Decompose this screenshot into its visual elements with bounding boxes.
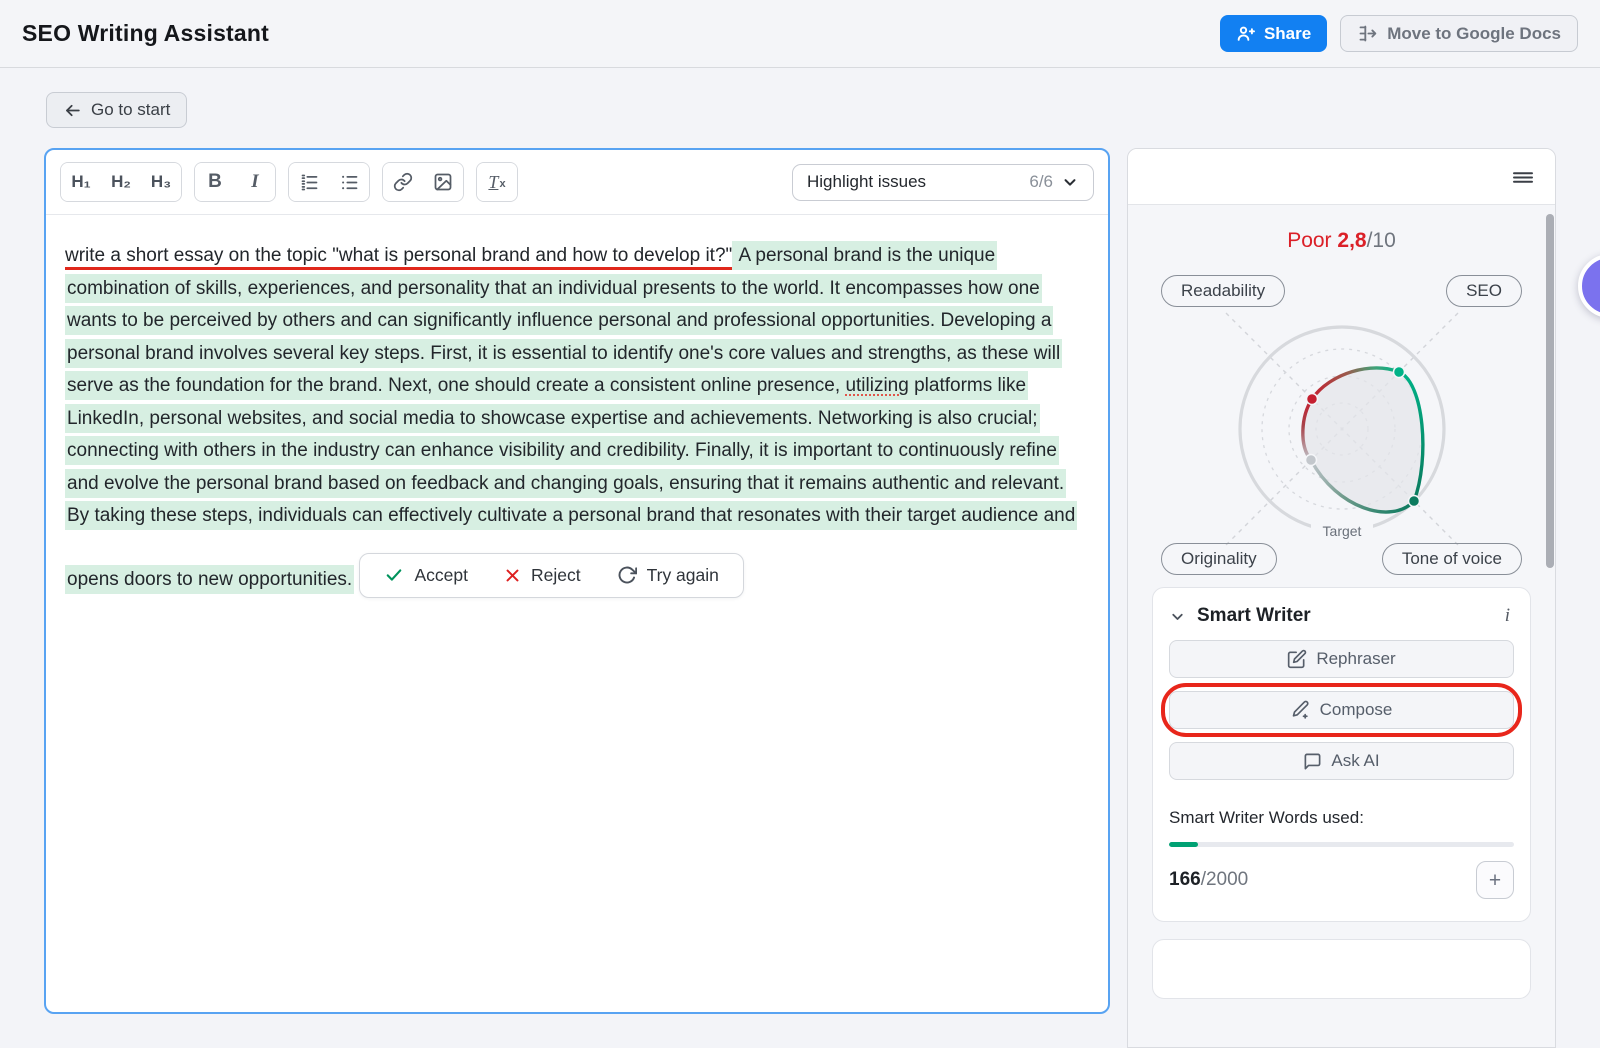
originality-pill[interactable]: Originality (1161, 543, 1277, 575)
chevron-down-icon (1061, 173, 1079, 191)
smart-writer-header[interactable]: Smart Writer i (1169, 605, 1514, 627)
heading-button-group: H₁ H₂ H₃ (60, 162, 182, 202)
score-max: /10 (1367, 229, 1396, 252)
clear-format-group: Tx (476, 162, 518, 202)
share-button[interactable]: Share (1220, 15, 1327, 52)
smart-writer-card: Smart Writer i Rephraser (1152, 587, 1531, 922)
share-button-label: Share (1264, 24, 1311, 44)
chevron-down-icon (1169, 608, 1186, 625)
seo-pill[interactable]: SEO (1446, 275, 1522, 307)
words-used-progress-fill (1169, 842, 1198, 847)
rephraser-label: Rephraser (1316, 649, 1395, 669)
compose-button[interactable]: Compose (1169, 691, 1514, 729)
rephraser-button[interactable]: Rephraser (1169, 640, 1514, 678)
score-sidebar: Poor 2,8/10 Readability SEO (1127, 148, 1556, 1048)
prompt-text: write a short essay on the topic "what i… (65, 245, 732, 270)
highlight-issues-dropdown[interactable]: Highlight issues 6/6 (792, 164, 1094, 201)
words-total-value: /2000 (1201, 869, 1249, 890)
go-to-start-button[interactable]: Go to start (46, 92, 187, 128)
try-again-button[interactable]: Try again (617, 565, 719, 586)
list-button-group (288, 162, 370, 202)
reject-label: Reject (531, 565, 581, 586)
words-used-value: 166 (1169, 869, 1201, 890)
image-icon (433, 172, 453, 192)
link-icon (393, 172, 413, 192)
heading2-button[interactable]: H₂ (101, 163, 141, 201)
bold-button[interactable]: B (195, 163, 235, 201)
originality-score-dot (1305, 455, 1316, 466)
insert-image-button[interactable] (423, 163, 463, 201)
next-section-card (1152, 939, 1531, 999)
words-used-count: 166/2000 (1169, 869, 1248, 891)
readability-score-dot (1306, 394, 1317, 405)
score-gauge-chart: Target (1182, 309, 1502, 557)
overall-score: Poor 2,8/10 (1128, 229, 1555, 253)
ai-generated-text: A personal brand is the unique combinati… (65, 241, 1077, 594)
heading1-button[interactable]: H₁ (61, 163, 101, 201)
go-to-start-label: Go to start (91, 100, 170, 120)
smart-writer-title: Smart Writer (1197, 605, 1311, 627)
check-icon (384, 565, 404, 585)
person-plus-icon (1236, 24, 1256, 44)
highlight-issues-label: Highlight issues (807, 172, 926, 192)
readability-pill[interactable]: Readability (1161, 275, 1285, 307)
accept-button[interactable]: Accept (384, 565, 468, 586)
tone-of-voice-score-dot (1408, 496, 1419, 507)
compose-label: Compose (1320, 700, 1393, 720)
clear-formatting-button[interactable]: Tx (477, 163, 517, 201)
editor-text-area[interactable]: write a short essay on the topic "what i… (46, 215, 1108, 598)
insert-link-button[interactable] (383, 163, 423, 201)
highlight-issues-count: 6/6 (1029, 172, 1053, 192)
reject-button[interactable]: Reject (504, 565, 581, 586)
sidebar-scrollbar[interactable] (1546, 214, 1554, 568)
try-again-label: Try again (647, 565, 719, 586)
chat-bubble-icon (1303, 752, 1322, 771)
x-icon (504, 567, 521, 584)
accept-label: Accept (414, 565, 468, 586)
format-button-group: B I (194, 162, 276, 202)
spellcheck-flagged-word: utilizing (845, 375, 908, 396)
gauge-target-label: Target (1322, 523, 1361, 539)
seo-score-dot (1393, 367, 1404, 378)
info-icon[interactable]: i (1501, 605, 1514, 627)
refresh-icon (617, 565, 637, 585)
ask-ai-button[interactable]: Ask AI (1169, 742, 1514, 780)
ai-suggestion-actions: Accept Reject Try again (359, 553, 743, 598)
arrow-left-icon (63, 101, 82, 120)
sidebar-header (1128, 149, 1555, 205)
editor-panel: H₁ H₂ H₃ B I (44, 148, 1110, 1014)
page-title: SEO Writing Assistant (22, 20, 269, 47)
menu-icon[interactable] (1511, 165, 1535, 189)
header-actions: Share Move to Google Docs (1220, 15, 1578, 52)
add-words-button[interactable]: + (1476, 861, 1514, 899)
score-value: 2,8 (1337, 229, 1366, 252)
pen-sparkle-icon (1291, 700, 1311, 720)
move-to-google-docs-button[interactable]: Move to Google Docs (1340, 15, 1578, 52)
app-header: SEO Writing Assistant Share Move to Goog (0, 0, 1600, 68)
ordered-list-icon (299, 172, 320, 193)
ordered-list-button[interactable] (289, 163, 329, 201)
tone-of-voice-pill[interactable]: Tone of voice (1382, 543, 1522, 575)
editor-toolbar: H₁ H₂ H₃ B I (46, 150, 1108, 215)
metric-pills-bottom: Originality Tone of voice (1128, 543, 1555, 575)
move-to-docs-icon (1357, 23, 1378, 44)
clear-formatting-icon: Tx (488, 172, 505, 193)
ask-ai-label: Ask AI (1331, 751, 1379, 771)
words-used-progress-bar (1169, 842, 1514, 847)
words-used-label: Smart Writer Words used: (1169, 808, 1514, 828)
pencil-square-icon (1287, 649, 1307, 669)
floating-assistant-button[interactable] (1578, 254, 1600, 318)
move-to-google-docs-label: Move to Google Docs (1387, 24, 1561, 44)
heading3-button[interactable]: H₃ (141, 163, 181, 201)
insert-button-group (382, 162, 464, 202)
bullet-list-icon (339, 172, 360, 193)
bullet-list-button[interactable] (329, 163, 369, 201)
metric-pills-top: Readability SEO (1128, 275, 1555, 307)
score-grade: Poor (1287, 229, 1331, 252)
italic-button[interactable]: I (235, 163, 275, 201)
